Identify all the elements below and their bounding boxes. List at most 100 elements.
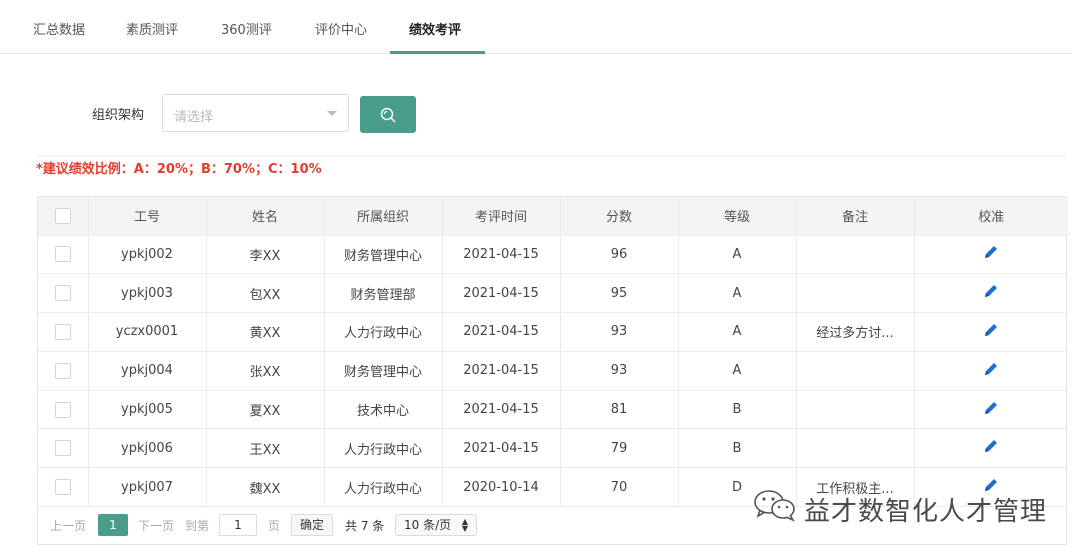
header-grade: 等级 [678,197,797,236]
row-select-cell [38,235,89,275]
current-page-button[interactable]: 1 [98,514,128,536]
cell-grade: A [678,312,797,352]
calibrate-cell [914,235,1068,275]
table-row: ypkj006 王XX 人力行政中心 2021-04-15 79 B [38,428,1068,469]
row-select-cell [38,467,89,508]
watermark-text: 益才数智化人才管理 [804,497,1048,527]
header-score: 分数 [560,197,679,236]
cell-organization: 技术中心 [324,390,443,430]
confirm-button[interactable]: 确定 [291,514,333,536]
pencil-icon[interactable] [982,282,1000,304]
cell-name: 王XX [206,428,325,469]
table-row: yczx0001 黄XX 人力行政中心 2021-04-15 93 A 经过多方讨... [38,312,1068,352]
updown-arrows-icon: ▲ ▼ [461,517,468,533]
cell-name: 夏XX [206,390,325,430]
page-size-select[interactable]: 10 条/页 ▲ ▼ [395,514,477,536]
row-select-cell [38,390,89,430]
row-checkbox[interactable] [54,285,71,302]
table-row: ypkj003 包XX 财务管理部 2021-04-15 95 A [38,273,1068,314]
select-all-cell [38,197,89,236]
cell-score: 93 [560,312,679,352]
prev-page-button[interactable]: 上一页 [50,517,86,534]
cell-note [796,390,915,430]
cell-note [796,273,915,314]
next-page-button[interactable]: 下一页 [138,517,174,534]
cell-employee-id: ypkj002 [88,235,207,275]
cell-employee-id: ypkj005 [88,390,207,430]
header-organization: 所属组织 [324,197,443,236]
header-employee-id: 工号 [88,197,207,236]
cell-name: 魏XX [206,467,325,508]
tab-performance-review[interactable]: 绩效考评 [409,19,461,39]
cell-grade: B [678,390,797,430]
pencil-icon[interactable] [982,360,1000,382]
tab-evaluation-center[interactable]: 评价中心 [315,19,367,39]
row-select-cell [38,351,89,391]
pencil-icon[interactable] [982,243,1000,265]
total-count: 共 7 条 [345,519,385,533]
cell-review-date: 2021-04-15 [442,428,561,469]
cell-employee-id: yczx0001 [88,312,207,352]
caret-down-icon [327,111,337,116]
table-row: ypkj002 李XX 财务管理中心 2021-04-15 96 A [38,235,1068,275]
active-tab-indicator [390,51,485,54]
cell-review-date: 2021-04-15 [442,273,561,314]
row-select-cell [38,428,89,469]
cell-grade: A [678,273,797,314]
row-checkbox[interactable] [54,401,71,418]
pencil-icon[interactable] [982,399,1000,421]
search-icon [380,107,396,123]
cell-score: 96 [560,235,679,275]
org-structure-label: 组织架构 [92,108,145,123]
cell-organization: 财务管理部 [324,273,443,314]
select-all-checkbox[interactable] [54,207,71,224]
goto-label: 到第 [185,519,210,533]
calibrate-cell [914,351,1068,391]
cell-note [796,351,915,391]
cell-note: 经过多方讨... [796,312,915,352]
row-select-cell [38,273,89,314]
cell-review-date: 2021-04-15 [442,390,561,430]
header-note: 备注 [796,197,915,236]
cell-organization: 人力行政中心 [324,312,443,352]
pencil-icon[interactable] [982,437,1000,459]
select-placeholder: 请选择 [174,110,214,125]
calibrate-cell [914,273,1068,314]
calibrate-cell [914,428,1068,469]
org-structure-select[interactable]: 请选择 [162,94,349,132]
cell-employee-id: ypkj004 [88,351,207,391]
tab-360-assessment[interactable]: 360测评 [221,19,272,39]
cell-score: 81 [560,390,679,430]
section-divider [36,155,1066,156]
cell-score: 95 [560,273,679,314]
cell-review-date: 2020-10-14 [442,467,561,508]
row-checkbox[interactable] [54,440,71,457]
row-checkbox[interactable] [54,246,71,263]
header-name: 姓名 [206,197,325,236]
cell-name: 李XX [206,235,325,275]
cell-name: 包XX [206,273,325,314]
pencil-icon[interactable] [982,321,1000,343]
search-button[interactable] [360,96,416,133]
cell-review-date: 2021-04-15 [442,312,561,352]
calibrate-cell [914,390,1068,430]
row-checkbox[interactable] [54,479,71,496]
suggested-ratio-note: *建议绩效比例：A：20%；B：70%；C：10% [36,162,322,177]
cell-grade: A [678,351,797,391]
cell-score: 93 [560,351,679,391]
tab-quality-assessment[interactable]: 素质测评 [126,19,178,39]
table-header-row: 工号 姓名 所属组织 考评时间 分数 等级 备注 校准 [38,197,1068,236]
row-checkbox[interactable] [54,323,71,340]
cell-review-date: 2021-04-15 [442,351,561,391]
cell-review-date: 2021-04-15 [442,235,561,275]
cell-score: 79 [560,428,679,469]
tab-summary-data[interactable]: 汇总数据 [33,19,85,39]
goto-page-input[interactable] [219,514,257,536]
cell-note [796,428,915,469]
page-unit-label: 页 [268,519,281,533]
cell-note [796,235,915,275]
wechat-icon [754,490,795,522]
row-checkbox[interactable] [54,362,71,379]
header-review-date: 考评时间 [442,197,561,236]
calibrate-cell [914,312,1068,352]
